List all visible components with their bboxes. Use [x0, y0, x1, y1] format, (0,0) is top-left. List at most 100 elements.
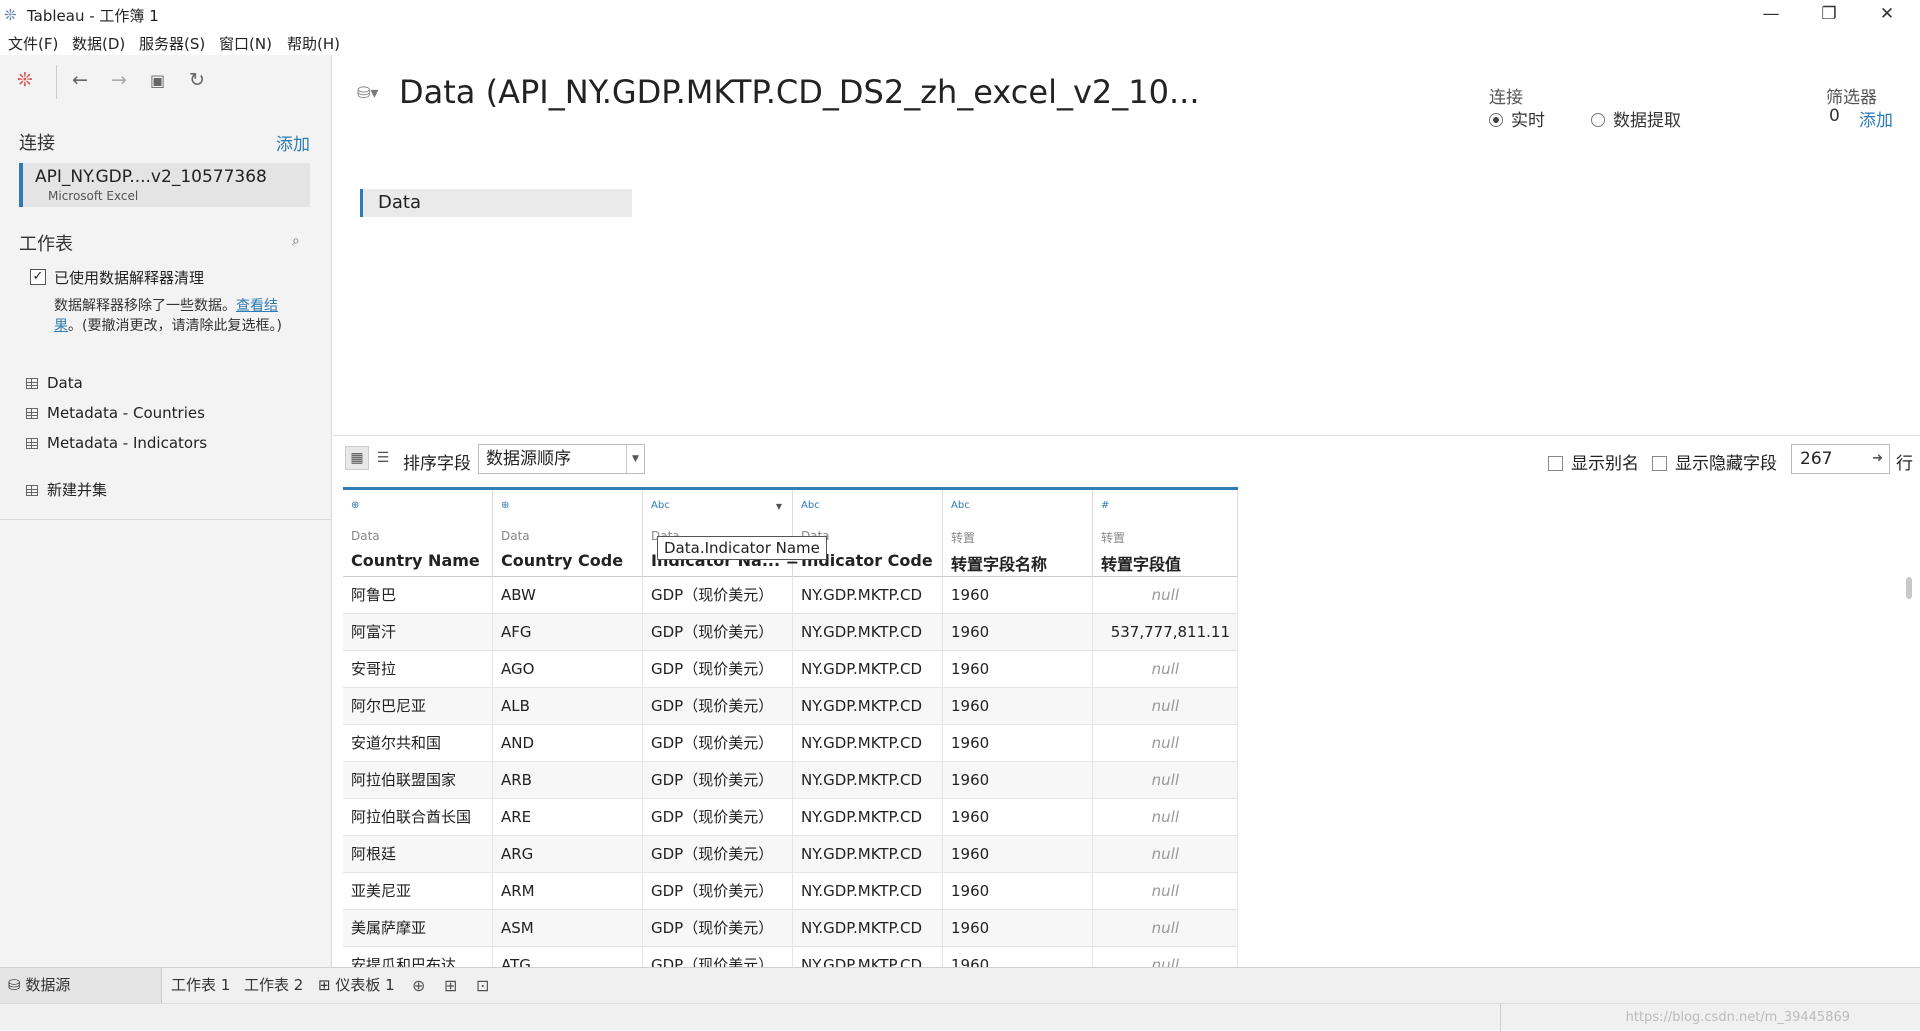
vertical-scrollbar[interactable] — [1906, 577, 1912, 599]
menu-data[interactable]: 数据(D) — [72, 33, 125, 54]
column-header[interactable]: ⊕ Data Country Code — [493, 490, 643, 577]
table-cell: NY.GDP.MKTP.CD — [793, 577, 943, 614]
sheets-heading: 工作表 — [19, 234, 73, 255]
sheet-item-data[interactable]: Data — [26, 374, 83, 392]
sheet-item-metadata-indicators[interactable]: Metadata - Indicators — [26, 434, 207, 452]
table-cell: 阿拉伯联合酋长国 — [343, 799, 493, 836]
minimize-button[interactable]: — — [1742, 0, 1800, 29]
datasource-cylinder-icon[interactable]: ⛁▾ — [357, 83, 378, 102]
number-icon[interactable]: # — [1101, 500, 1109, 511]
refresh-icon[interactable]: ↻ — [189, 69, 205, 91]
table-chip-data[interactable]: Data — [360, 189, 632, 217]
tab-sheet2[interactable]: 工作表 2 — [236, 968, 311, 1004]
filters-count: 0 — [1829, 106, 1840, 126]
search-icon[interactable]: ⌕ — [292, 233, 300, 249]
grid-toolbar: ▦ ☰ 排序字段 数据源顺序 ▼ 显示别名 显示隐藏字段 267 ➜ 行 — [333, 437, 1920, 487]
table-cell: 1960 — [943, 799, 1093, 836]
sort-fields-dropdown[interactable]: 数据源顺序 ▼ — [478, 444, 645, 474]
list-view-icon[interactable]: ☰ — [371, 446, 395, 470]
tab-sheet1[interactable]: 工作表 1 — [163, 968, 238, 1004]
table-cell: NY.GDP.MKTP.CD — [793, 799, 943, 836]
menu-help[interactable]: 帮助(H) — [287, 33, 340, 54]
new-story-icon[interactable]: ⊡ — [476, 976, 489, 995]
new-dashboard-icon[interactable]: ⊞ — [444, 976, 457, 995]
table-cell: 阿根廷 — [343, 836, 493, 873]
sheet-tabs-bar: ⛁ 数据源 工作表 1 工作表 2 ⊞ 仪表板 1 ⊕ ⊞ ⊡ — [0, 967, 1920, 1004]
data-source-title[interactable]: Data (API_NY.GDP.MKTP.CD_DS2_zh_excel_v2… — [399, 73, 1200, 111]
table-row: 阿根廷 ARG GDP（现价美元） NY.GDP.MKTP.CD 1960 null — [343, 836, 1238, 873]
interpreter-note-text: 数据解释器移除了一些数据。 — [54, 298, 236, 314]
extract-radio[interactable]: 数据提取 — [1591, 106, 1681, 131]
sheet-item-metadata-countries[interactable]: Metadata - Countries — [26, 404, 205, 422]
show-hidden-checkbox[interactable]: 显示隐藏字段 — [1652, 449, 1777, 474]
table-cell: ASM — [493, 910, 643, 947]
menu-bar: 文件(F) 数据(D) 服务器(S) 窗口(N) 帮助(H) — [0, 29, 1920, 55]
column-name: 转置字段名称 — [951, 555, 1048, 574]
tableau-home-icon[interactable]: ❊ — [17, 69, 33, 91]
data-source-canvas: ⛁▾ Data (API_NY.GDP.MKTP.CD_DS2_zh_excel… — [333, 55, 1920, 436]
add-connection-link[interactable]: 添加 — [276, 130, 310, 155]
table-cell: AGO — [493, 651, 643, 688]
connection-name: API_NY.GDP....v2_10577368 — [35, 167, 267, 187]
menu-window[interactable]: 窗口(N) — [219, 33, 272, 54]
table-row: 阿拉伯联合酋长国 ARE GDP（现价美元） NY.GDP.MKTP.CD 1960 nu… — [343, 799, 1238, 836]
globe-icon[interactable]: ⊕ — [501, 500, 509, 511]
table-cell: NY.GDP.MKTP.CD — [793, 910, 943, 947]
grid-view-icon[interactable]: ▦ — [345, 446, 369, 470]
globe-icon[interactable]: ⊕ — [351, 500, 359, 511]
chevron-down-icon: ▼ — [626, 445, 644, 473]
add-filter-link[interactable]: 添加 — [1859, 106, 1893, 131]
column-name: Country Name — [351, 551, 480, 570]
redo-icon[interactable]: → — [111, 69, 127, 91]
table-cell: GDP（现价美元） — [643, 614, 793, 651]
abc-icon[interactable]: Abc — [801, 500, 820, 511]
watermark-text: https://blog.csdn.net/m_39445869 — [1625, 1010, 1850, 1025]
column-header[interactable]: AbcDataIndicator Na... =▼ — [643, 490, 799, 577]
table-cell: AND — [493, 725, 643, 762]
extract-label: 数据提取 — [1613, 111, 1681, 131]
column-header[interactable]: Abc 转置 转置字段名称 — [943, 490, 1093, 577]
connection-mode-label: 连接 — [1489, 88, 1523, 108]
table-cell: 安道尔共和国 — [343, 725, 493, 762]
new-sheet-icon[interactable]: ⊕ — [412, 976, 425, 995]
rows-count-input[interactable]: 267 ➜ — [1791, 444, 1890, 474]
interpreter-note: 数据解释器移除了一些数据。查看结果。(要撤消更改，请清除此复选框。) — [54, 296, 304, 336]
undo-icon[interactable]: ← — [72, 69, 88, 91]
chevron-down-icon[interactable]: ▼ — [776, 502, 782, 511]
column-tooltip: Data.Indicator Name — [657, 536, 827, 560]
connection-item[interactable]: API_NY.GDP....v2_10577368 Microsoft Exce… — [19, 163, 310, 207]
menu-file[interactable]: 文件(F) — [8, 33, 58, 54]
live-radio[interactable]: 实时 — [1489, 106, 1545, 131]
table-cell: NY.GDP.MKTP.CD — [793, 947, 943, 967]
live-label: 实时 — [1511, 111, 1545, 131]
table-cell: ARE — [493, 799, 643, 836]
table-cell: NY.GDP.MKTP.CD — [793, 688, 943, 725]
show-hidden-label: 显示隐藏字段 — [1675, 454, 1777, 474]
table-cell: ATG — [493, 947, 643, 967]
sort-fields-label: 排序字段 — [403, 454, 471, 474]
tab-datasource[interactable]: ⛁ 数据源 — [0, 968, 162, 1004]
column-header[interactable]: # 转置 转置字段值 — [1093, 490, 1238, 577]
interpreter-checkbox[interactable]: ✓ — [30, 269, 46, 285]
show-alias-checkbox[interactable]: 显示别名 — [1548, 449, 1639, 474]
close-button[interactable]: ✕ — [1858, 0, 1916, 29]
restore-button[interactable]: ❐ — [1800, 0, 1858, 29]
tab-dashboard1[interactable]: ⊞ 仪表板 1 — [310, 968, 403, 1004]
table-cell: GDP（现价美元） — [643, 762, 793, 799]
table-cell: 美属萨摩亚 — [343, 910, 493, 947]
table-cell: 537,777,811.11 — [1093, 614, 1238, 651]
save-icon[interactable]: ▣ — [150, 71, 165, 90]
abc-icon[interactable]: Abc — [651, 500, 670, 511]
table-cell: NY.GDP.MKTP.CD — [793, 762, 943, 799]
table-cell: null — [1093, 762, 1238, 799]
table-cell: GDP（现价美元） — [643, 651, 793, 688]
menu-server[interactable]: 服务器(S) — [139, 33, 205, 54]
dashboard-icon: ⊞ — [318, 976, 336, 994]
tableau-logo-icon: ❊ — [4, 6, 17, 24]
arrow-right-icon[interactable]: ➜ — [1872, 445, 1883, 473]
column-header[interactable]: AbcDataIndicator Code — [793, 490, 943, 577]
column-header[interactable]: ⊕ Data Country Name — [343, 490, 493, 577]
table-cell: 1960 — [943, 725, 1093, 762]
new-union-item[interactable]: 新建并集 — [26, 479, 107, 500]
abc-icon[interactable]: Abc — [951, 500, 970, 511]
